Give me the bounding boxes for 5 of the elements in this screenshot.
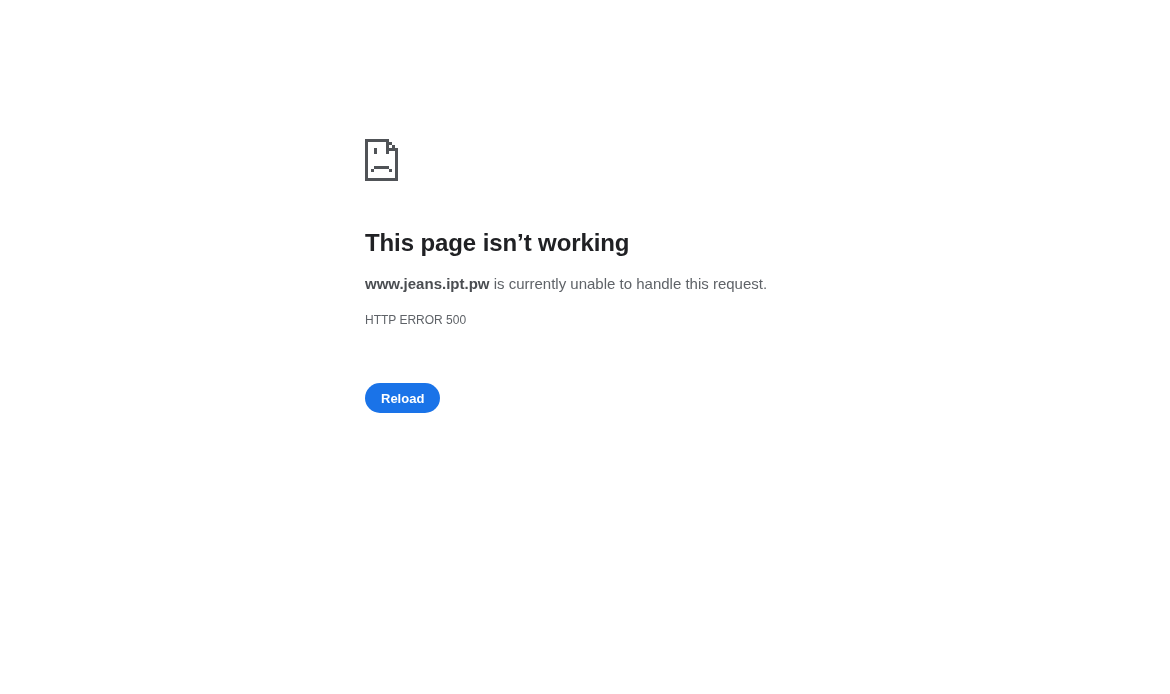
error-code: HTTP ERROR 500 <box>365 312 467 328</box>
sad-page-icon <box>365 139 398 181</box>
reload-button[interactable]: Reload <box>365 383 441 413</box>
error-heading: This page isn’t working <box>365 228 630 258</box>
error-message: www.jeans.ipt.pw is currently unable to handle this request. <box>365 274 768 294</box>
